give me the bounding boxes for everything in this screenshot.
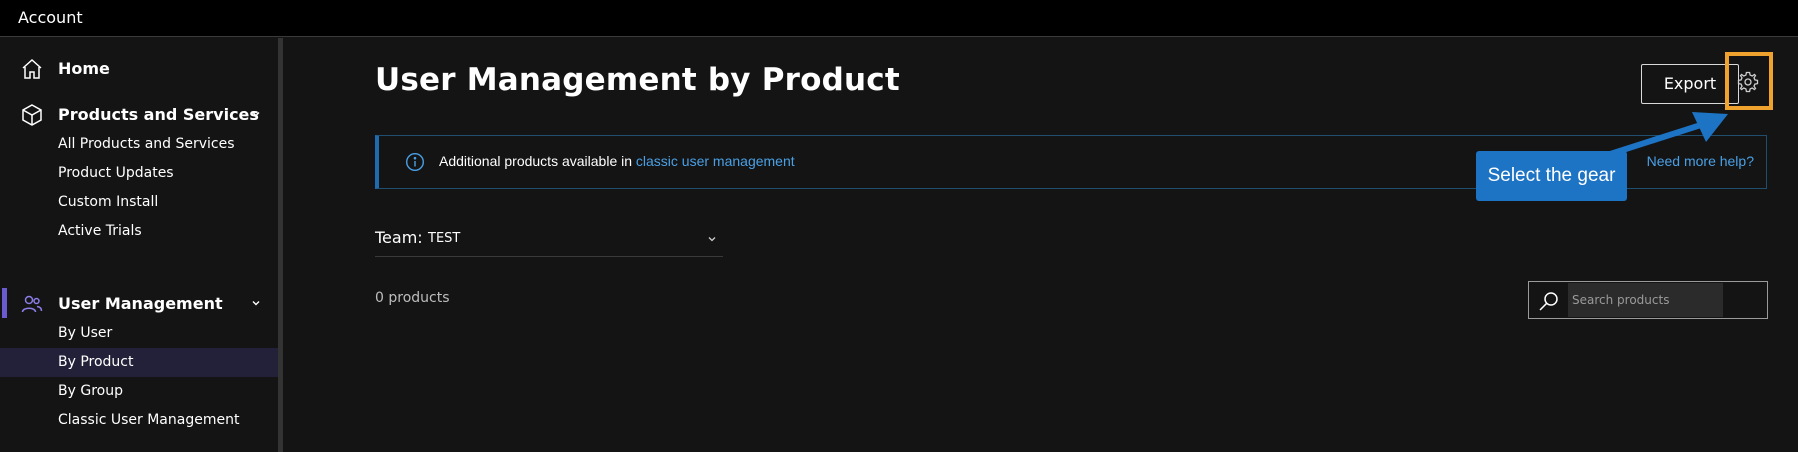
sidebar-section-user-management[interactable]: User Management [0, 283, 278, 323]
chevron-down-icon[interactable] [250, 108, 262, 120]
banner-text: Additional products available in classic… [439, 153, 795, 169]
sidebar-section-label: User Management [58, 293, 223, 313]
search-icon [1539, 292, 1558, 311]
product-count: 0 products [375, 290, 450, 306]
sidebar-item-product-updates[interactable]: Product Updates [0, 159, 278, 188]
sidebar-item-home[interactable]: Home [0, 48, 278, 88]
chevron-down-icon[interactable] [250, 297, 262, 309]
sidebar-item-label: Home [58, 58, 110, 78]
sidebar-section-products[interactable]: Products and Services [0, 94, 278, 134]
sidebar-item-by-user[interactable]: By User [0, 319, 278, 348]
cube-icon [22, 104, 42, 126]
info-icon [405, 152, 425, 172]
sidebar-section-label: Products and Services [58, 104, 259, 124]
sidebar-item-custom-install[interactable]: Custom Install [0, 188, 278, 217]
sidebar-item-all-products[interactable]: All Products and Services [0, 130, 278, 159]
sidebar-divider [278, 38, 283, 452]
chevron-down-icon[interactable] [706, 233, 718, 245]
sidebar-item-active-trials[interactable]: Active Trials [0, 217, 278, 246]
sidebar-item-classic-user-management[interactable]: Classic User Management [0, 406, 278, 435]
sidebar: Home Products and Services All Products … [0, 38, 278, 452]
classic-user-management-link[interactable]: classic user management [636, 153, 795, 169]
top-bar: Account [0, 0, 1798, 37]
banner-message: Additional products available in [439, 153, 636, 169]
callout-select-gear: Select the gear [1476, 151, 1627, 201]
users-icon [21, 295, 43, 313]
team-label: Team: [375, 228, 423, 247]
sidebar-item-by-group[interactable]: By Group [0, 377, 278, 406]
home-icon [22, 58, 42, 79]
sidebar-item-by-product[interactable]: By Product [0, 348, 278, 377]
team-value[interactable]: TEST [428, 231, 460, 246]
app-title: Account [18, 8, 83, 27]
search-input[interactable] [1568, 283, 1723, 317]
page-title: User Management by Product [375, 62, 900, 98]
search-box[interactable] [1528, 281, 1768, 319]
gear-highlight-box [1725, 52, 1773, 110]
